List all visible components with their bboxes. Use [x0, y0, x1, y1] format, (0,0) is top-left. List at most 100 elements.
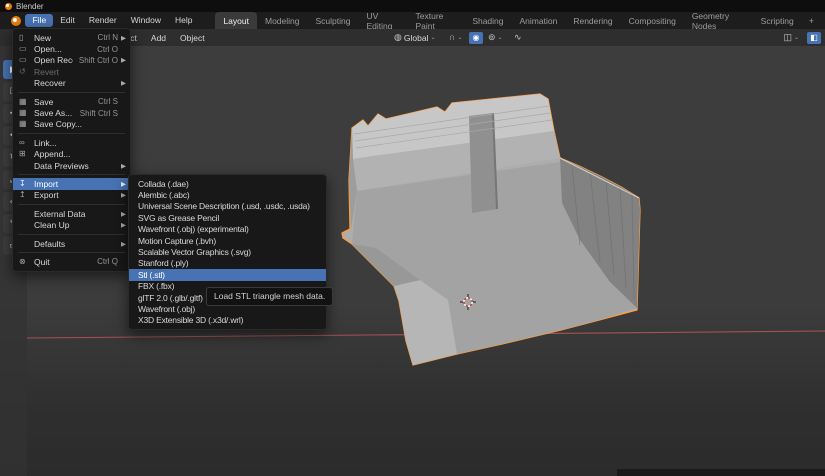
menubar-help[interactable]: Help: [168, 14, 199, 27]
menu-item-label: Append...: [34, 149, 112, 159]
import-item-usd[interactable]: Universal Scene Description (.usd, .usdc…: [129, 201, 326, 212]
tab-rendering[interactable]: Rendering: [565, 12, 620, 29]
menubar-file[interactable]: File: [25, 14, 53, 27]
menu-item-quit[interactable]: ⊗ Quit Ctrl Q: [13, 256, 130, 267]
blender-logo-icon[interactable]: [10, 16, 21, 26]
import-item-svg[interactable]: Scalable Vector Graphics (.svg): [129, 246, 326, 257]
menu-item-label: Save Copy...: [34, 119, 112, 129]
menu-item-import[interactable]: ↧ Import ▶: [13, 178, 130, 189]
tab-scripting[interactable]: Scripting: [753, 12, 802, 29]
import-item-bvh[interactable]: Motion Capture (.bvh): [129, 235, 326, 246]
folder-icon: ▭: [19, 45, 34, 53]
viewport-menu-add[interactable]: Add: [144, 33, 173, 43]
menu-item-label: Link...: [34, 138, 112, 148]
menu-item-data-previews[interactable]: Data Previews ▶: [13, 160, 130, 171]
proportional-editing-toggle[interactable]: ◉: [469, 29, 483, 46]
falloff-button[interactable]: ∿: [514, 29, 522, 46]
menu-item-label: Data Previews: [34, 161, 112, 171]
export-icon: ↥: [19, 191, 34, 199]
import-submenu: Collada (.dae) Alembic (.abc) Universal …: [128, 174, 327, 330]
menu-item-defaults[interactable]: Defaults ▶: [13, 238, 130, 249]
menu-separator: [18, 234, 125, 235]
import-icon: ↧: [19, 180, 34, 188]
top-menubar: File Edit Render Window Help Layout Mode…: [0, 12, 825, 29]
submenu-arrow-icon: ▶: [118, 221, 126, 229]
view-options-dropdown[interactable]: ◫ ⌄: [783, 29, 799, 46]
menu-item-revert[interactable]: ↺ Revert: [13, 66, 130, 77]
import-item-obj-experimental[interactable]: Wavefront (.obj) (experimental): [129, 224, 326, 235]
menubar-edit[interactable]: Edit: [53, 14, 82, 27]
menu-item-open[interactable]: ▭ Open... Ctrl O: [13, 43, 130, 54]
menu-item-shortcut: Ctrl S: [98, 97, 118, 106]
pivot-point-dropdown[interactable]: ⊚ ⌄: [488, 29, 503, 46]
menu-item-label: Import: [34, 179, 112, 189]
submenu-arrow-icon: ▶: [118, 34, 126, 42]
menu-item-shortcut: Ctrl Q: [97, 257, 118, 266]
import-item-svg-grease-pencil[interactable]: SVG as Grease Pencil: [129, 212, 326, 223]
snapping-dropdown[interactable]: ∩ ⌄: [449, 29, 463, 46]
menu-item-save-copy[interactable]: ▦ Save Copy...: [13, 119, 130, 130]
menu-item-open-recent[interactable]: ▭ Open Recent Shift Ctrl O ▶: [13, 55, 130, 66]
submenu-arrow-icon: ▶: [118, 56, 126, 64]
blender-logo-icon: [5, 3, 12, 10]
tab-geometry-nodes[interactable]: Geometry Nodes: [684, 12, 753, 29]
tab-sculpting[interactable]: Sculpting: [307, 12, 358, 29]
import-item-ply[interactable]: Stanford (.ply): [129, 258, 326, 269]
import-item-collada[interactable]: Collada (.dae): [129, 178, 326, 189]
add-workspace-button[interactable]: +: [802, 12, 821, 29]
chevron-down-icon: ⌄: [794, 34, 799, 41]
menu-item-shortcut: Shift Ctrl S: [80, 109, 118, 118]
viewport-shading-toggle[interactable]: ◧: [807, 29, 821, 46]
chevron-down-icon: ⌄: [457, 34, 462, 41]
tab-shading[interactable]: Shading: [464, 12, 511, 29]
chevron-down-icon: ⌄: [430, 34, 435, 41]
menubar-window[interactable]: Window: [124, 14, 168, 27]
submenu-arrow-icon: ▶: [118, 191, 126, 199]
menu-item-label: Export: [34, 190, 112, 200]
transform-orientation-dropdown[interactable]: ◍ Global ⌄: [394, 29, 435, 46]
menu-item-save-as[interactable]: ▦ Save As... Shift Ctrl S: [13, 107, 130, 118]
orientation-globe-icon: ◍: [394, 33, 402, 42]
menubar-render[interactable]: Render: [82, 14, 124, 27]
tab-texture-paint[interactable]: Texture Paint: [408, 12, 465, 29]
menu-item-shortcut: Shift Ctrl O: [79, 56, 118, 65]
menu-item-new[interactable]: ▯ New Ctrl N ▶: [13, 32, 130, 43]
quit-icon: ⊗: [19, 258, 34, 266]
magnet-icon: ∩: [449, 33, 455, 42]
status-bar: [617, 469, 825, 476]
submenu-arrow-icon: ▶: [118, 240, 126, 248]
model-mesh[interactable]: [342, 94, 640, 365]
tab-animation[interactable]: Animation: [512, 12, 566, 29]
viewport-menu-object[interactable]: Object: [173, 33, 212, 43]
menu-item-link[interactable]: ∞ Link...: [13, 137, 130, 148]
submenu-arrow-icon: ▶: [118, 180, 126, 188]
blender-window: Blender File Edit Render Window Help Lay…: [0, 0, 825, 476]
menu-item-export[interactable]: ↥ Export ▶: [13, 190, 130, 201]
file-menu: ▯ New Ctrl N ▶ ▭ Open... Ctrl O ▭ Open R…: [12, 28, 131, 272]
menu-item-save[interactable]: ▦ Save Ctrl S: [13, 96, 130, 107]
submenu-arrow-icon: ▶: [118, 210, 126, 218]
import-item-x3d[interactable]: X3D Extensible 3D (.x3d/.wrl): [129, 315, 326, 326]
link-icon: ∞: [19, 139, 34, 147]
menu-item-label: Quit: [34, 257, 91, 267]
tab-layout[interactable]: Layout: [215, 12, 257, 29]
menu-separator: [18, 92, 125, 93]
tab-uv-editing[interactable]: UV Editing: [358, 12, 407, 29]
save-icon: ▦: [19, 109, 34, 117]
falloff-curve-icon: ∿: [514, 33, 522, 42]
shading-icon: ◧: [807, 32, 821, 44]
menu-item-external-data[interactable]: External Data ▶: [13, 208, 130, 219]
save-icon: ▦: [19, 120, 34, 128]
import-item-alembic[interactable]: Alembic (.abc): [129, 189, 326, 200]
menu-item-append[interactable]: ⊞ Append...: [13, 149, 130, 160]
append-icon: ⊞: [19, 150, 34, 158]
menu-separator: [18, 174, 125, 175]
menu-item-label: Revert: [34, 67, 112, 77]
menu-item-recover[interactable]: Recover ▶: [13, 78, 130, 89]
menu-item-label: External Data: [34, 209, 112, 219]
import-item-stl[interactable]: Stl (.stl): [129, 269, 326, 280]
menu-item-clean-up[interactable]: Clean Up ▶: [13, 219, 130, 230]
menu-item-label: Save: [34, 97, 92, 107]
tab-compositing[interactable]: Compositing: [621, 12, 684, 29]
tab-modeling[interactable]: Modeling: [257, 12, 308, 29]
